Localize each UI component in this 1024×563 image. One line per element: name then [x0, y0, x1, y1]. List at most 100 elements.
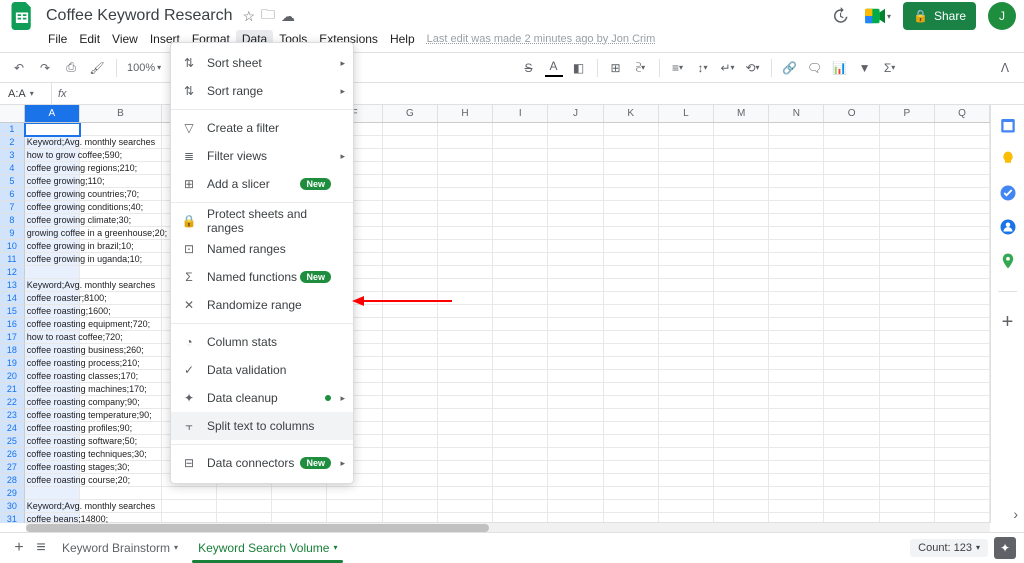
cell[interactable]	[493, 214, 548, 227]
cell[interactable]	[880, 123, 935, 136]
cell[interactable]: Keyword;Avg. monthly searches	[25, 136, 80, 149]
cell[interactable]	[438, 318, 493, 331]
menu-item-sort-range[interactable]: ⇅Sort range▸	[171, 77, 353, 105]
cell[interactable]	[659, 409, 714, 422]
cell[interactable]	[714, 266, 769, 279]
cell[interactable]	[493, 396, 548, 409]
row-header[interactable]: 5	[0, 175, 25, 188]
explore-button[interactable]: ✦	[994, 537, 1016, 559]
cell[interactable]	[824, 253, 879, 266]
cell[interactable]	[493, 409, 548, 422]
cell[interactable]	[548, 422, 603, 435]
cell[interactable]	[604, 357, 659, 370]
cell[interactable]	[935, 149, 990, 162]
cell[interactable]	[714, 318, 769, 331]
cell[interactable]	[880, 331, 935, 344]
menu-item-protect-sheets-and-ranges[interactable]: 🔒Protect sheets and ranges	[171, 207, 353, 235]
undo-icon[interactable]: ↶	[10, 59, 28, 77]
cell[interactable]	[824, 331, 879, 344]
cell[interactable]	[493, 253, 548, 266]
cell[interactable]	[548, 357, 603, 370]
menu-item-randomize-range[interactable]: ✕Randomize range	[171, 291, 353, 319]
cell[interactable]	[548, 331, 603, 344]
cell[interactable]	[769, 487, 824, 500]
cell[interactable]	[327, 487, 382, 500]
cell[interactable]	[493, 136, 548, 149]
row-header[interactable]: 7	[0, 201, 25, 214]
cell[interactable]	[548, 175, 603, 188]
cell[interactable]	[604, 396, 659, 409]
cell[interactable]	[769, 422, 824, 435]
cell[interactable]	[659, 266, 714, 279]
cell[interactable]	[935, 188, 990, 201]
cell[interactable]	[438, 214, 493, 227]
cell[interactable]	[935, 357, 990, 370]
cell[interactable]	[880, 409, 935, 422]
cell[interactable]	[880, 370, 935, 383]
cell[interactable]	[935, 318, 990, 331]
row-header[interactable]: 10	[0, 240, 25, 253]
cell[interactable]	[769, 162, 824, 175]
cell[interactable]	[659, 240, 714, 253]
cell[interactable]	[604, 175, 659, 188]
cell[interactable]	[769, 201, 824, 214]
cell[interactable]	[438, 175, 493, 188]
cell[interactable]	[493, 266, 548, 279]
cell[interactable]	[383, 448, 438, 461]
cell[interactable]	[25, 123, 80, 136]
cell[interactable]	[714, 344, 769, 357]
cell[interactable]	[659, 370, 714, 383]
cell[interactable]	[714, 162, 769, 175]
cell[interactable]	[493, 487, 548, 500]
meet-icon[interactable]: ▾	[865, 3, 891, 29]
cell[interactable]	[824, 188, 879, 201]
row-header[interactable]: 2	[0, 136, 25, 149]
cell[interactable]	[714, 201, 769, 214]
borders-icon[interactable]: ⊞	[607, 59, 625, 77]
cell[interactable]	[714, 253, 769, 266]
cell[interactable]	[438, 383, 493, 396]
cell[interactable]	[659, 149, 714, 162]
cell[interactable]	[217, 487, 272, 500]
row-header[interactable]: 19	[0, 357, 25, 370]
row-header[interactable]: 1	[0, 123, 25, 136]
cell[interactable]	[769, 175, 824, 188]
column-header[interactable]: I	[493, 105, 548, 122]
cell[interactable]	[880, 201, 935, 214]
row-header[interactable]: 21	[0, 383, 25, 396]
cell[interactable]	[383, 201, 438, 214]
cell[interactable]	[438, 474, 493, 487]
cell[interactable]	[880, 279, 935, 292]
cell[interactable]	[604, 461, 659, 474]
cell[interactable]	[769, 305, 824, 318]
cell[interactable]	[604, 305, 659, 318]
cell[interactable]	[383, 305, 438, 318]
cell[interactable]	[935, 344, 990, 357]
cell[interactable]	[824, 149, 879, 162]
fill-color-icon[interactable]: ◧	[570, 59, 588, 77]
cell[interactable]	[659, 123, 714, 136]
cell[interactable]	[824, 227, 879, 240]
add-sheet-button[interactable]: +	[8, 537, 30, 559]
cell[interactable]	[493, 123, 548, 136]
cell[interactable]	[80, 123, 162, 136]
cell[interactable]	[659, 175, 714, 188]
row-header[interactable]: 9	[0, 227, 25, 240]
sheet-tab-brainstorm[interactable]: Keyword Brainstorm▾	[52, 536, 188, 560]
cell[interactable]	[162, 487, 217, 500]
cell[interactable]	[659, 136, 714, 149]
column-header[interactable]: B	[80, 105, 162, 122]
maps-icon[interactable]	[998, 251, 1018, 271]
cell[interactable]	[935, 266, 990, 279]
cell[interactable]	[769, 383, 824, 396]
cell[interactable]	[438, 201, 493, 214]
cell[interactable]	[714, 357, 769, 370]
cell[interactable]	[880, 396, 935, 409]
cell[interactable]	[824, 422, 879, 435]
cell[interactable]	[824, 292, 879, 305]
cell[interactable]	[935, 461, 990, 474]
cell[interactable]	[659, 305, 714, 318]
cell[interactable]	[659, 357, 714, 370]
cell[interactable]	[659, 344, 714, 357]
cell[interactable]	[438, 279, 493, 292]
